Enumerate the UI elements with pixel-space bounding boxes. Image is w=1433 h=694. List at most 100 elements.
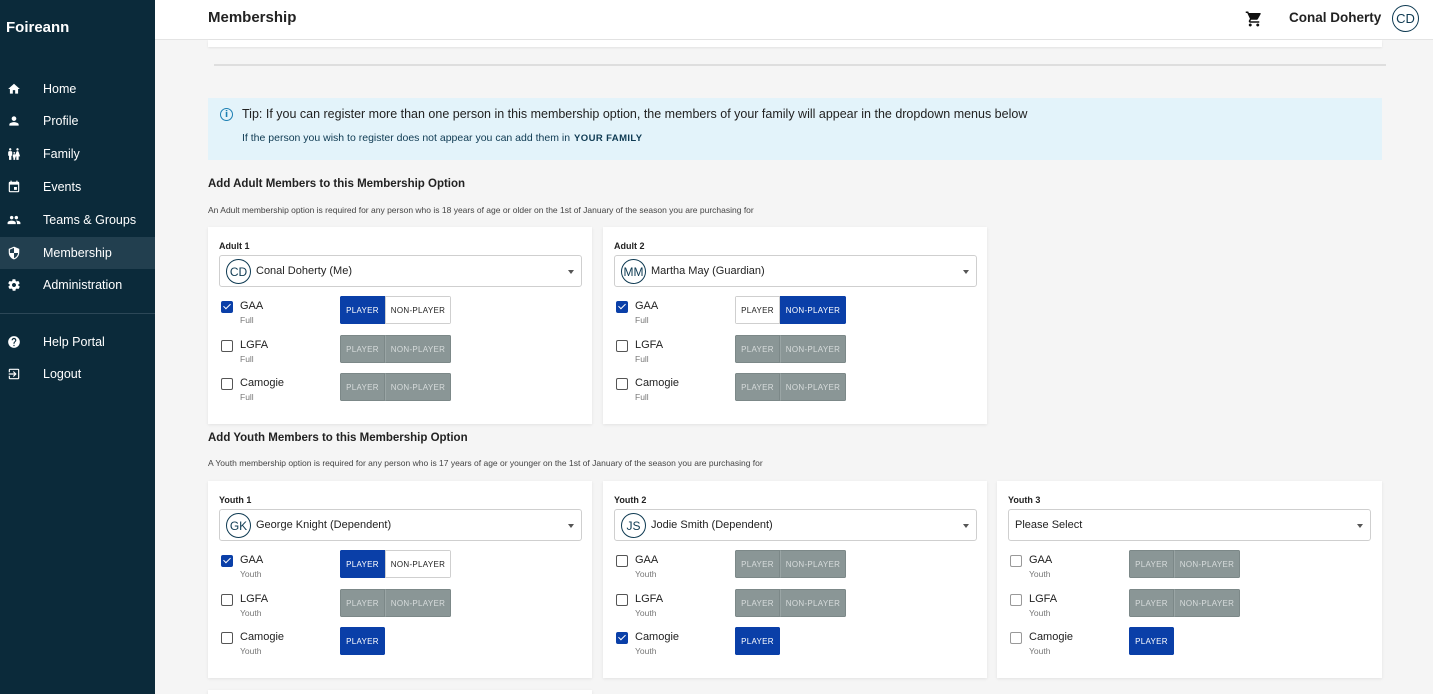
player-button[interactable]: PLAYER bbox=[1129, 627, 1174, 655]
checkbox[interactable] bbox=[616, 340, 628, 352]
brand-logo: Foireann bbox=[6, 19, 70, 36]
sidebar-item-events[interactable]: Events bbox=[0, 171, 155, 203]
youth-card-3: Youth 3 Please Select GAA Youth PLAYER NON-PL… bbox=[997, 481, 1382, 678]
sidebar-item-home[interactable]: Home bbox=[0, 73, 155, 105]
member-select[interactable]: Please Select bbox=[1008, 509, 1371, 541]
non-player-button[interactable]: NON-PLAYER bbox=[780, 373, 846, 401]
row-name: LGFA bbox=[240, 593, 269, 605]
sidebar-item-label: Events bbox=[43, 180, 82, 194]
non-player-button[interactable]: NON-PLAYER bbox=[780, 589, 846, 617]
player-type-toggle: PLAYER NON-PLAYER bbox=[340, 589, 451, 617]
sidebar-item-administration[interactable]: Administration bbox=[0, 269, 155, 301]
non-player-button[interactable]: NON-PLAYER bbox=[1174, 589, 1240, 617]
player-type-toggle: PLAYER NON-PLAYER bbox=[735, 335, 846, 363]
next-card bbox=[208, 690, 592, 694]
non-player-button[interactable]: NON-PLAYER bbox=[780, 550, 846, 578]
tip-text: Tip: If you can register more than one p… bbox=[242, 107, 1028, 121]
avatar[interactable]: CD bbox=[1392, 5, 1419, 32]
logout-icon bbox=[7, 367, 21, 381]
player-button[interactable]: PLAYER bbox=[735, 296, 780, 324]
membership-row-camogie: Camogie Youth PLAYER bbox=[1008, 627, 1378, 661]
checkbox[interactable] bbox=[221, 594, 233, 606]
row-sub: Youth bbox=[635, 608, 657, 618]
row-name: Camogie bbox=[635, 377, 680, 389]
checkbox[interactable] bbox=[221, 301, 233, 313]
checkbox[interactable] bbox=[616, 594, 628, 606]
membership-row-camogie: Camogie Full PLAYER NON-PLAYER bbox=[614, 373, 984, 407]
sidebar-item-family[interactable]: Family bbox=[0, 138, 155, 170]
player-type-toggle: PLAYER NON-PLAYER bbox=[340, 373, 451, 401]
sidebar-item-teams-groups[interactable]: Teams & Groups bbox=[0, 204, 155, 236]
checkbox[interactable] bbox=[221, 632, 233, 644]
checkbox[interactable] bbox=[221, 555, 233, 567]
row-name: GAA bbox=[635, 554, 659, 566]
sidebar-item-help-portal[interactable]: Help Portal bbox=[0, 326, 155, 358]
non-player-button[interactable]: NON-PLAYER bbox=[780, 296, 846, 324]
player-button[interactable]: PLAYER bbox=[340, 550, 385, 578]
previous-card bbox=[208, 40, 1382, 47]
adult-section-desc: An Adult membership option is required f… bbox=[208, 205, 754, 215]
membership-row-lgfa: LGFA Full PLAYER NON-PLAYER bbox=[219, 335, 589, 369]
youth-section-title: Add Youth Members to this Membership Opt… bbox=[208, 432, 468, 444]
non-player-button[interactable]: NON-PLAYER bbox=[780, 335, 846, 363]
checkbox[interactable] bbox=[221, 378, 233, 390]
row-sub: Full bbox=[240, 392, 254, 402]
player-button[interactable]: PLAYER bbox=[735, 627, 780, 655]
non-player-button[interactable]: NON-PLAYER bbox=[385, 296, 451, 324]
checkbox[interactable] bbox=[1010, 594, 1022, 606]
member-select[interactable]: MM Martha May (Guardian) bbox=[614, 255, 977, 287]
non-player-button[interactable]: NON-PLAYER bbox=[385, 589, 451, 617]
player-type-toggle: PLAYER NON-PLAYER bbox=[1129, 550, 1240, 578]
member-select[interactable]: CD Conal Doherty (Me) bbox=[219, 255, 582, 287]
player-button[interactable]: PLAYER bbox=[1129, 550, 1174, 578]
cart-icon[interactable] bbox=[1245, 10, 1263, 28]
checkbox[interactable] bbox=[616, 632, 628, 644]
sidebar-item-label: Family bbox=[43, 147, 80, 161]
sidebar-item-membership[interactable]: Membership bbox=[0, 237, 155, 269]
row-name: GAA bbox=[240, 300, 264, 312]
membership-row-lgfa: LGFA Full PLAYER NON-PLAYER bbox=[614, 335, 984, 369]
player-button[interactable]: PLAYER bbox=[340, 296, 385, 324]
row-name: GAA bbox=[1029, 554, 1053, 566]
player-button[interactable]: PLAYER bbox=[735, 335, 780, 363]
card-label: Adult 1 bbox=[219, 241, 250, 251]
checkbox[interactable] bbox=[616, 555, 628, 567]
player-button[interactable]: PLAYER bbox=[735, 589, 780, 617]
user-name[interactable]: Conal Doherty bbox=[1289, 10, 1381, 25]
checkbox[interactable] bbox=[616, 301, 628, 313]
non-player-button[interactable]: NON-PLAYER bbox=[385, 335, 451, 363]
player-button[interactable]: PLAYER bbox=[340, 589, 385, 617]
player-button[interactable]: PLAYER bbox=[735, 550, 780, 578]
checkbox[interactable] bbox=[1010, 632, 1022, 644]
player-button[interactable]: PLAYER bbox=[340, 627, 385, 655]
checkbox[interactable] bbox=[221, 340, 233, 352]
row-sub: Youth bbox=[635, 646, 657, 656]
page-title: Membership bbox=[208, 9, 297, 26]
player-type-toggle: PLAYER NON-PLAYER bbox=[340, 296, 451, 324]
selected-member: George Knight (Dependent) bbox=[256, 519, 392, 531]
member-select[interactable]: GK George Knight (Dependent) bbox=[219, 509, 582, 541]
player-type-toggle: PLAYER bbox=[1129, 627, 1174, 655]
player-type-toggle: PLAYER NON-PLAYER bbox=[1129, 589, 1240, 617]
player-button[interactable]: PLAYER bbox=[340, 373, 385, 401]
non-player-button[interactable]: NON-PLAYER bbox=[1174, 550, 1240, 578]
card-label: Youth 2 bbox=[614, 495, 647, 505]
row-sub: Youth bbox=[1029, 608, 1051, 618]
checkbox[interactable] bbox=[616, 378, 628, 390]
row-name: Camogie bbox=[240, 377, 285, 389]
non-player-button[interactable]: NON-PLAYER bbox=[385, 550, 451, 578]
non-player-button[interactable]: NON-PLAYER bbox=[385, 373, 451, 401]
adult-section-title: Add Adult Members to this Membership Opt… bbox=[208, 178, 466, 190]
membership-row-gaa: GAA Full PLAYER NON-PLAYER bbox=[614, 296, 984, 330]
player-button[interactable]: PLAYER bbox=[340, 335, 385, 363]
membership-row-camogie: Camogie Youth PLAYER bbox=[219, 627, 589, 661]
sidebar-item-logout[interactable]: Logout bbox=[0, 358, 155, 390]
player-button[interactable]: PLAYER bbox=[1129, 589, 1174, 617]
row-sub: Youth bbox=[1029, 646, 1051, 656]
player-button[interactable]: PLAYER bbox=[735, 373, 780, 401]
checkbox[interactable] bbox=[1010, 555, 1022, 567]
your-family-link[interactable]: YOUR FAMILY bbox=[574, 133, 642, 144]
sidebar-item-profile[interactable]: Profile bbox=[0, 105, 155, 137]
member-select[interactable]: JS Jodie Smith (Dependent) bbox=[614, 509, 977, 541]
membership-row-camogie: Camogie Youth PLAYER bbox=[614, 627, 984, 661]
